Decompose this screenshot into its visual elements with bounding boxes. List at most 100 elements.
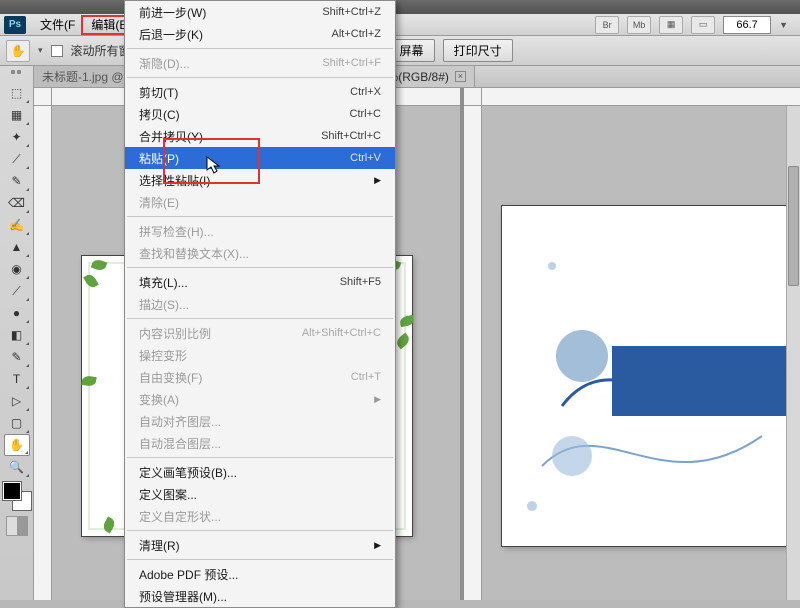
- tool-11[interactable]: ◧: [4, 324, 30, 346]
- menubar: Ps 文件(F编辑(E)(V)窗口(W)帮助(H) Br Mb ▦ ▭ 66.7…: [0, 14, 800, 36]
- menu-shortcut: Shift+Ctrl+C: [321, 130, 381, 142]
- menu-item-label: 拷贝(C): [139, 106, 350, 123]
- menu-item-label: 描边(S)...: [139, 296, 381, 313]
- menu-shortcut: Alt+Ctrl+Z: [331, 28, 381, 40]
- print-size-button[interactable]: 打印尺寸: [443, 39, 513, 62]
- menu-shortcut: Shift+Ctrl+F: [322, 57, 381, 69]
- tool-5[interactable]: ⌫: [4, 192, 30, 214]
- ruler-horizontal[interactable]: [482, 88, 800, 106]
- menu-item: 内容识别比例Alt+Shift+Ctrl+C: [125, 322, 395, 344]
- chevron-down-icon[interactable]: ▾: [38, 45, 43, 56]
- menu-item[interactable]: 填充(L)...Shift+F5: [125, 271, 395, 293]
- menu-item: 自由变换(F)Ctrl+T: [125, 366, 395, 388]
- menu-item: 自动混合图层...: [125, 432, 395, 454]
- menu-item[interactable]: 剪切(T)Ctrl+X: [125, 81, 395, 103]
- menu-item-label: 自动混合图层...: [139, 435, 381, 452]
- submenu-arrow-icon: ▶: [374, 540, 381, 551]
- menu-item-label: 渐隐(D)...: [139, 55, 322, 72]
- color-wells[interactable]: [3, 482, 31, 510]
- tool-6[interactable]: ✍: [4, 214, 30, 236]
- menu-item[interactable]: 合并拷贝(Y)Shift+Ctrl+C: [125, 125, 395, 147]
- minibridge-icon[interactable]: Mb: [627, 16, 651, 34]
- menu-shortcut: Ctrl+C: [350, 108, 381, 120]
- tool-12[interactable]: ✎: [4, 346, 30, 368]
- tool-9[interactable]: ⟋: [4, 280, 30, 302]
- options-bar: ✋ ▾ 滚动所有窗口 屏幕 打印尺寸: [0, 36, 800, 66]
- screenmode-icon[interactable]: ▭: [691, 16, 715, 34]
- ruler-vertical[interactable]: [464, 106, 482, 600]
- tool-4[interactable]: ✎: [4, 170, 30, 192]
- menu-item-label: 定义自定形状...: [139, 508, 381, 525]
- menu-item-label: 合并拷贝(Y): [139, 128, 321, 145]
- menu-item: 操控变形: [125, 344, 395, 366]
- menu-item[interactable]: 定义图案...: [125, 483, 395, 505]
- tool-1[interactable]: ▦: [4, 104, 30, 126]
- menu-item[interactable]: 清理(R)▶: [125, 534, 395, 556]
- chevron-down-icon[interactable]: ▼: [779, 20, 788, 30]
- menu-item: 定义自定形状...: [125, 505, 395, 527]
- menu-item: 变换(A) ▶: [125, 388, 395, 410]
- menu-item[interactable]: 后退一步(K)Alt+Ctrl+Z: [125, 23, 395, 45]
- menubar-right: Br Mb ▦ ▭ 66.7 ▼: [595, 16, 796, 34]
- menu-item: 清除(E): [125, 191, 395, 213]
- menu-item-label: 内容识别比例: [139, 325, 302, 342]
- scrollbar-vertical[interactable]: [786, 106, 800, 600]
- menu-item-label: 拼写检查(H)...: [139, 223, 381, 240]
- menu-item: 描边(S)...: [125, 293, 395, 315]
- tool-8[interactable]: ◉: [4, 258, 30, 280]
- viewport[interactable]: [482, 106, 800, 600]
- menu-item[interactable]: 前进一步(W)Shift+Ctrl+Z: [125, 1, 395, 23]
- scroll-all-checkbox[interactable]: [51, 45, 63, 57]
- ps-logo-icon: Ps: [4, 16, 26, 34]
- menu-item-label: 预设管理器(M)...: [139, 588, 381, 605]
- tool-15[interactable]: ▢: [4, 412, 30, 434]
- tool-0[interactable]: ⬚: [4, 82, 30, 104]
- tool-7[interactable]: ▲: [4, 236, 30, 258]
- document-pane-right: [464, 88, 800, 600]
- menu-item[interactable]: 拷贝(C)Ctrl+C: [125, 103, 395, 125]
- submenu-arrow-icon: ▶: [374, 394, 381, 405]
- menu-item-label: 变换(A): [139, 391, 368, 408]
- zoom-field[interactable]: 66.7: [723, 16, 771, 34]
- toolbox: ⬚▦✦⟋✎⌫✍▲◉⟋●◧✎T▷▢✋🔍: [0, 66, 34, 600]
- menu-item-label: 清除(E): [139, 194, 381, 211]
- menu-item-label: 前进一步(W): [139, 4, 322, 21]
- menu-item-label: 自由变换(F): [139, 369, 351, 386]
- menu-item[interactable]: 预设管理器(M)...: [125, 585, 395, 607]
- menu-item[interactable]: Adobe PDF 预设...: [125, 563, 395, 585]
- quickmask-toggle[interactable]: [6, 516, 28, 536]
- toolbox-grip-icon[interactable]: [11, 70, 23, 78]
- menu-item: 自动对齐图层...: [125, 410, 395, 432]
- view-grid-icon[interactable]: ▦: [659, 16, 683, 34]
- menu-item-label: 选择性粘贴(I): [139, 172, 368, 189]
- menu-item-label: Adobe PDF 预设...: [139, 566, 381, 583]
- menu-file[interactable]: 文件(F: [34, 16, 81, 34]
- tool-2[interactable]: ✦: [4, 126, 30, 148]
- titlebar: [0, 0, 800, 14]
- tool-16[interactable]: ✋: [4, 434, 30, 456]
- tool-14[interactable]: ▷: [4, 390, 30, 412]
- edit-menu-dropdown: 前进一步(W)Shift+Ctrl+Z后退一步(K)Alt+Ctrl+Z 渐隐(D…: [124, 0, 396, 608]
- menu-item[interactable]: 选择性粘贴(I)▶: [125, 169, 395, 191]
- menu-item-label: 查找和替换文本(X)...: [139, 245, 381, 262]
- floral-graphic: [502, 206, 800, 546]
- menu-item: 查找和替换文本(X)...: [125, 242, 395, 264]
- ruler-origin[interactable]: [464, 88, 482, 106]
- menu-item[interactable]: 粘贴(P)Ctrl+V: [125, 147, 395, 169]
- ruler-vertical[interactable]: [34, 106, 52, 600]
- menu-shortcut: Shift+F5: [340, 276, 381, 288]
- close-icon[interactable]: ×: [455, 71, 466, 82]
- menu-shortcut: Ctrl+X: [350, 86, 381, 98]
- menu-item[interactable]: 定义画笔预设(B)...: [125, 461, 395, 483]
- menu-item-label: 自动对齐图层...: [139, 413, 381, 430]
- tool-13[interactable]: T: [4, 368, 30, 390]
- tool-17[interactable]: 🔍: [4, 456, 30, 478]
- menu-item-label: 操控变形: [139, 347, 381, 364]
- tool-3[interactable]: ⟋: [4, 148, 30, 170]
- workarea: ⬚▦✦⟋✎⌫✍▲◉⟋●◧✎T▷▢✋🔍 未标题-1.jpg @ 66 2019-0…: [0, 66, 800, 600]
- ruler-origin[interactable]: [34, 88, 52, 106]
- hand-tool-icon[interactable]: ✋: [6, 40, 30, 62]
- tool-10[interactable]: ●: [4, 302, 30, 324]
- menu-shortcut: Alt+Shift+Ctrl+C: [302, 327, 381, 339]
- bridge-icon[interactable]: Br: [595, 16, 619, 34]
